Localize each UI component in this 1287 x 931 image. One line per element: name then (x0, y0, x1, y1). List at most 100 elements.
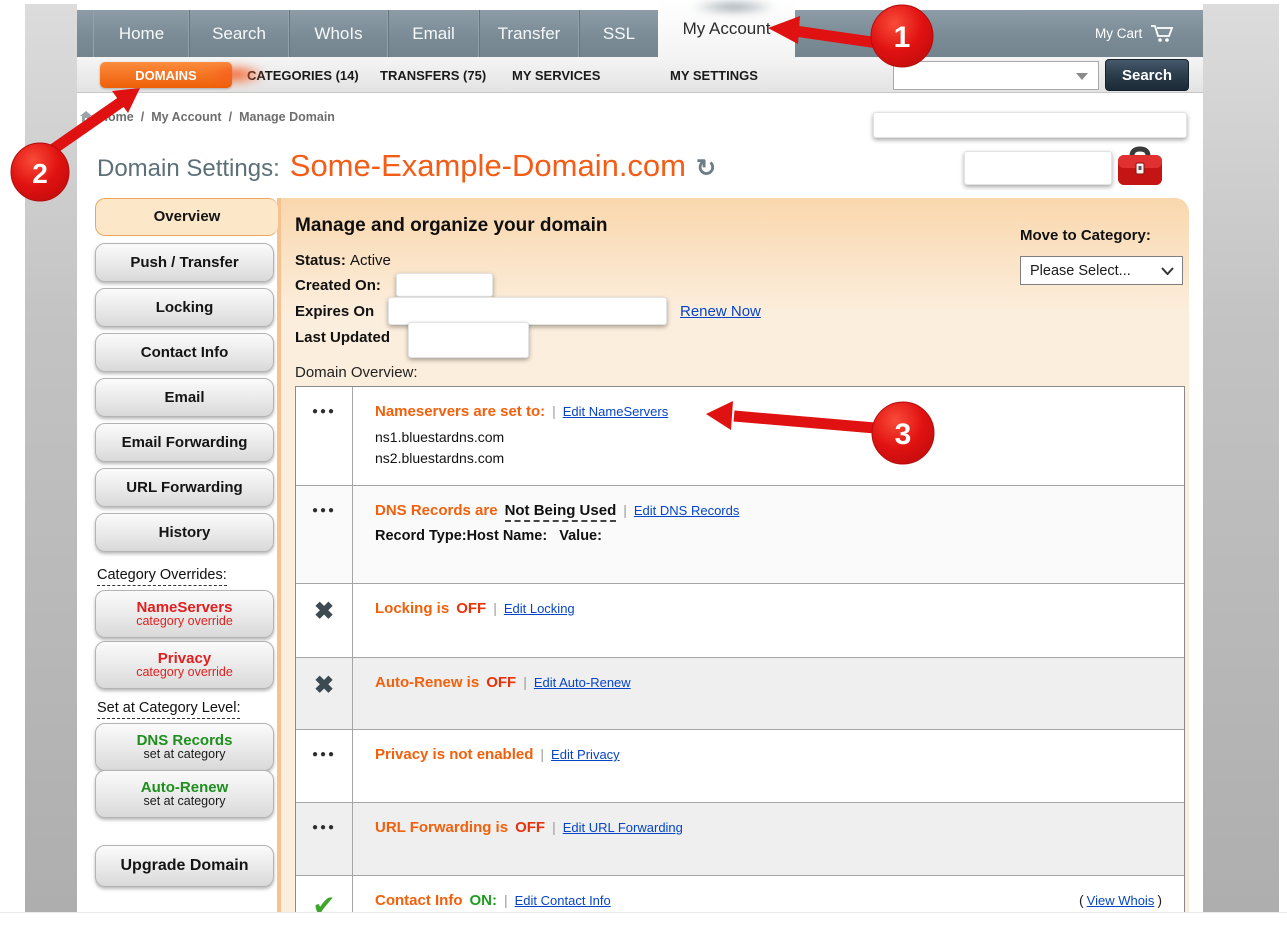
edit-contact-info-link[interactable]: Edit Contact Info (515, 893, 611, 908)
edit-locking-link[interactable]: Edit Locking (504, 601, 575, 616)
search-button[interactable]: Search (1105, 59, 1189, 91)
nameservers-override-title: NameServers (137, 600, 233, 616)
auto-renew-off-status: OFF (486, 674, 516, 691)
expires-on-label: Expires On (295, 303, 374, 320)
domain-search-combobox[interactable] (893, 61, 1099, 90)
status-label: Status: (295, 252, 346, 269)
table-row-auto-renew: ✖ Auto-Renew is OFF | Edit Auto-Renew (296, 657, 1184, 729)
breadcrumb-separator: / (141, 110, 144, 124)
nameservers-label: Nameservers are set to: (375, 403, 545, 420)
screenshot-bottom-edge (0, 912, 1287, 931)
dns-record-headers: Record Type:Host Name: Value: (375, 528, 1164, 544)
domain-name: Some-Example-Domain.com (290, 148, 686, 184)
last-updated-label: Last Updated (295, 329, 390, 346)
view-whois-link[interactable]: View Whois (1087, 893, 1155, 908)
table-row-dns-records: ●●● DNS Records are Not Being Used | Edi… (296, 485, 1184, 583)
dns-records-title: DNS Records (137, 733, 233, 749)
tab-whois[interactable]: WhoIs (288, 10, 389, 57)
dots-icon: ●●● (312, 822, 336, 875)
cart-icon (1150, 24, 1174, 43)
subnav-transfers[interactable]: TRANSFERS (75) (380, 68, 486, 83)
auto-renew-title: Auto-Renew (141, 780, 229, 796)
edit-dns-records-link[interactable]: Edit DNS Records (634, 503, 739, 518)
top-navigation-bar: Home Search WhoIs Email Transfer SSL My … (77, 10, 1203, 57)
nameserver-1: ns1.bluestardns.com (375, 427, 1164, 448)
move-to-category-label: Move to Category: (1020, 227, 1151, 244)
sidebar-item-overview[interactable]: Overview (95, 198, 278, 236)
paren-open: ( (1079, 892, 1084, 908)
url-forwarding-label: URL Forwarding is (375, 819, 508, 836)
subnav-my-settings[interactable]: MY SETTINGS (670, 68, 758, 83)
dns-records-subtitle: set at category (144, 748, 226, 761)
separator: | (504, 892, 508, 908)
category-overrides-label: Category Overrides: (97, 567, 227, 586)
privacy-override-subtitle: category override (136, 666, 233, 679)
separator: | (552, 403, 556, 419)
dots-icon: ●●● (312, 749, 336, 802)
sidebar-item-email[interactable]: Email (95, 378, 274, 417)
breadcrumb-separator: / (229, 110, 232, 124)
tab-search[interactable]: Search (188, 10, 290, 57)
separator: | (623, 502, 627, 518)
nameservers-override-subtitle: category override (136, 615, 233, 628)
url-forwarding-off-status: OFF (515, 819, 545, 836)
breadcrumb-my-account[interactable]: My Account (151, 110, 221, 124)
contact-info-label: Contact Info (375, 892, 463, 909)
edit-privacy-link[interactable]: Edit Privacy (551, 747, 620, 762)
breadcrumb-home[interactable]: Home (99, 110, 134, 124)
tab-transfer[interactable]: Transfer (478, 10, 580, 57)
dns-not-used-label: Not Being Used (505, 502, 617, 522)
edit-url-forwarding-link[interactable]: Edit URL Forwarding (563, 820, 683, 835)
domain-settings-page: Home Search WhoIs Email Transfer SSL My … (0, 0, 1287, 931)
separator: | (540, 746, 544, 762)
sidebar-item-email-forwarding[interactable]: Email Forwarding (95, 423, 274, 462)
refresh-icon[interactable]: ↻ (696, 154, 716, 183)
view-whois-group: ( View Whois ) (1079, 892, 1162, 908)
sidebar-item-push-transfer[interactable]: Push / Transfer (95, 243, 274, 282)
upgrade-domain-button[interactable]: Upgrade Domain (95, 845, 274, 887)
status-value: Active (350, 252, 391, 269)
my-cart-label: My Cart (1095, 26, 1142, 41)
window-margin-right (1203, 4, 1279, 912)
sidebar-item-history[interactable]: History (95, 513, 274, 552)
domain-settings-label: Domain Settings: (97, 155, 280, 183)
renew-now-link[interactable]: Renew Now (680, 303, 761, 320)
separator: | (523, 674, 527, 690)
redacted-box (873, 112, 1187, 138)
toolbox-icon[interactable] (1116, 146, 1164, 188)
x-icon: ✖ (314, 671, 334, 729)
dns-records-label: DNS Records are (375, 502, 498, 519)
home-icon (80, 111, 92, 123)
tab-email[interactable]: Email (387, 10, 480, 57)
dropdown-arrow-icon (1076, 73, 1088, 80)
redacted-updated-date (408, 322, 529, 358)
breadcrumb-manage-domain: Manage Domain (239, 110, 335, 124)
tab-home[interactable]: Home (93, 10, 190, 57)
breadcrumb: Home / My Account / Manage Domain (80, 110, 335, 124)
dots-icon: ●●● (312, 505, 336, 583)
edit-auto-renew-link[interactable]: Edit Auto-Renew (534, 675, 631, 690)
privacy-override-title: Privacy (158, 651, 211, 667)
sidebar-item-url-forwarding[interactable]: URL Forwarding (95, 468, 274, 507)
edit-nameservers-link[interactable]: Edit NameServers (563, 404, 668, 419)
sidebar-item-nameservers-override[interactable]: NameServers category override (95, 590, 274, 638)
category-select[interactable]: Please Select... (1020, 256, 1183, 285)
page-title: Domain Settings: Some-Example-Domain.com… (97, 148, 716, 184)
separator: | (493, 600, 497, 616)
tab-ssl[interactable]: SSL (578, 10, 660, 57)
sidebar-item-contact-info[interactable]: Contact Info (95, 333, 274, 372)
sidebar-item-dns-records-category[interactable]: DNS Records set at category (95, 723, 274, 771)
sidebar-item-auto-renew-category[interactable]: Auto-Renew set at category (95, 770, 274, 818)
table-row-locking: ✖ Locking is OFF | Edit Locking (296, 583, 1184, 657)
created-on-line: Created On: (295, 277, 381, 294)
contact-info-on-status: ON: (470, 892, 498, 909)
sidebar-item-privacy-override[interactable]: Privacy category override (95, 641, 274, 689)
category-select-value: Please Select... (1030, 263, 1131, 279)
redacted-created-date (396, 273, 493, 297)
subnav-my-services[interactable]: MY SERVICES (512, 68, 600, 83)
sidebar-item-locking[interactable]: Locking (95, 288, 274, 327)
table-row-url-forwarding: ●●● URL Forwarding is OFF | Edit URL For… (296, 802, 1184, 875)
expires-on-line: Expires On (295, 303, 374, 320)
my-cart-button[interactable]: My Cart (1095, 24, 1174, 43)
set-at-category-label: Set at Category Level: (97, 700, 240, 719)
